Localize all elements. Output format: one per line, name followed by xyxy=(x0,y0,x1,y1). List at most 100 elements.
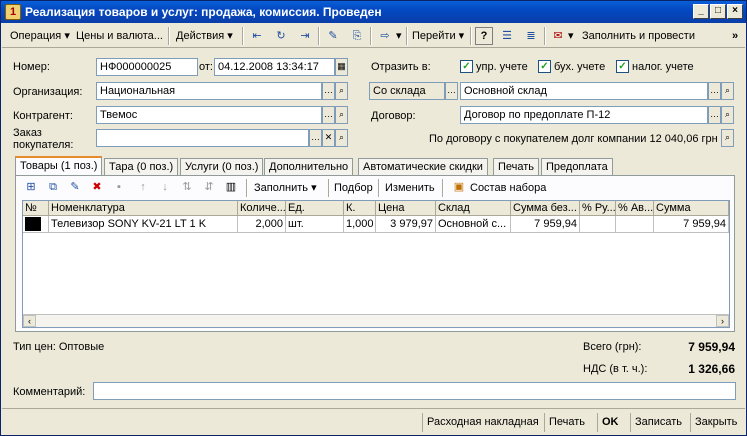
toolbar-overflow-icon[interactable]: » xyxy=(732,28,738,44)
date-field[interactable]: 04.12.2008 13:34:17 xyxy=(214,58,335,76)
warehouse-search-icon[interactable]: ⌕ xyxy=(721,82,734,100)
tab-containers[interactable]: Тара (0 поз.) xyxy=(104,158,179,175)
xml-dropdown-icon[interactable]: ▾ xyxy=(568,28,574,44)
debt-details-search-icon[interactable]: ⌕ xyxy=(721,129,734,147)
comment-field[interactable] xyxy=(93,382,736,400)
management-accounting-checkbox[interactable]: ✓ xyxy=(460,60,473,73)
column-header-number[interactable]: № xyxy=(23,201,49,216)
copy-row-icon[interactable]: ⧉ xyxy=(44,178,62,196)
help-icon[interactable]: ? xyxy=(475,27,493,45)
cell-price[interactable]: 3 979,97 xyxy=(376,216,436,233)
edit-row-icon[interactable]: ✎ xyxy=(66,178,84,196)
refresh-icon[interactable]: ↻ xyxy=(272,27,290,45)
settings-list-icon[interactable]: ≣ xyxy=(522,27,540,45)
close-button[interactable]: Закрыть xyxy=(690,413,741,432)
order-clear-icon[interactable]: ✕ xyxy=(322,129,335,147)
sort-descending-icon[interactable]: ⇵ xyxy=(200,178,218,196)
save-button[interactable]: Записать xyxy=(630,413,686,432)
horizontal-scrollbar[interactable]: ‹ › xyxy=(23,314,729,327)
cell-sum-without[interactable]: 7 959,94 xyxy=(511,216,580,233)
end-edit-icon[interactable]: ▪ xyxy=(110,178,128,196)
ok-button[interactable]: OK xyxy=(597,413,623,432)
contract-field[interactable]: Договор по предоплате П-12 xyxy=(460,106,708,124)
close-window-button[interactable]: × xyxy=(727,4,743,19)
contractor-field[interactable]: Твемос xyxy=(96,106,322,124)
scroll-right-icon[interactable]: › xyxy=(716,315,729,327)
tab-goods[interactable]: Товары (1 поз.) xyxy=(15,156,103,176)
order-select-button[interactable]: … xyxy=(309,129,322,147)
actions-menu[interactable]: Действия ▾ xyxy=(176,28,233,44)
xml-icon[interactable]: ✉ xyxy=(549,27,567,45)
cell-sum[interactable]: 7 959,94 xyxy=(654,216,729,233)
tab-additional[interactable]: Дополнительно xyxy=(264,158,354,175)
contract-select-button[interactable]: … xyxy=(708,106,721,124)
organization-field[interactable]: Национальная xyxy=(96,82,322,100)
organization-select-button[interactable]: … xyxy=(322,82,335,100)
print-button[interactable]: Печать xyxy=(544,413,589,432)
list-view-icon[interactable]: ☰ xyxy=(498,27,516,45)
goto-menu[interactable]: Перейти ▾ xyxy=(412,28,464,44)
column-header-manual-discount[interactable]: % Ру... xyxy=(580,201,616,216)
toolbar-separator xyxy=(406,27,408,45)
tab-auto-discounts[interactable]: Автоматические скидки xyxy=(358,158,488,175)
tab-print[interactable]: Печать xyxy=(493,158,540,175)
contract-search-icon[interactable]: ⌕ xyxy=(721,106,734,124)
book-accounting-checkbox[interactable]: ✓ xyxy=(538,60,551,73)
tax-accounting-checkbox[interactable]: ✓ xyxy=(616,60,629,73)
cell-warehouse[interactable]: Основной с... xyxy=(436,216,511,233)
barcode-icon[interactable]: ▥ xyxy=(222,178,240,196)
warehouse-field[interactable]: Основной склад xyxy=(460,82,708,100)
tab-prepayment[interactable]: Предоплата xyxy=(541,158,613,175)
create-based-on-dropdown-icon[interactable]: ▾ xyxy=(396,28,402,44)
column-header-warehouse[interactable]: Склад xyxy=(436,201,511,216)
structure-icon[interactable]: ⇥ xyxy=(296,27,314,45)
calendar-icon[interactable]: ▦ xyxy=(335,58,348,76)
organization-search-icon[interactable]: ⌕ xyxy=(335,82,348,100)
delete-row-icon[interactable]: ✖ xyxy=(88,178,106,196)
cell-manual-discount[interactable] xyxy=(580,216,616,233)
cell-item[interactable]: Телевизор SONY KV-21 LT 1 K xyxy=(49,216,238,233)
operation-menu[interactable]: Операция ▾ xyxy=(10,28,70,44)
warehouse-type-field[interactable]: Со склада xyxy=(369,82,445,100)
change-button[interactable]: Изменить xyxy=(385,180,435,196)
back-arrow-icon[interactable]: ⇤ xyxy=(248,27,266,45)
warehouse-select-button[interactable]: … xyxy=(708,82,721,100)
post-document-icon[interactable]: ✎ xyxy=(324,27,342,45)
column-header-auto-discount[interactable]: % Ав... xyxy=(616,201,654,216)
order-search-icon[interactable]: ⌕ xyxy=(335,129,348,147)
cell-auto-discount[interactable] xyxy=(616,216,654,233)
warehouse-type-select-button[interactable]: … xyxy=(445,82,458,100)
minimize-button[interactable]: _ xyxy=(693,4,709,19)
invoice-print-button[interactable]: Расходная накладная xyxy=(422,413,543,432)
tab-services[interactable]: Услуги (0 поз.) xyxy=(180,158,264,175)
column-header-price[interactable]: Цена xyxy=(376,201,436,216)
cell-quantity[interactable]: 2,000 xyxy=(238,216,286,233)
customer-order-field[interactable] xyxy=(96,129,309,147)
number-field[interactable]: НФ000000025 xyxy=(96,58,198,76)
title-bar[interactable]: 1 Реализация товаров и услуг: продажа, к… xyxy=(1,1,746,23)
maximize-button[interactable]: □ xyxy=(710,4,726,19)
column-header-sum[interactable]: Сумма xyxy=(654,201,729,216)
column-header-coefficient[interactable]: К. xyxy=(344,201,376,216)
prices-currency-button[interactable]: Цены и валюта... xyxy=(76,28,163,44)
scroll-left-icon[interactable]: ‹ xyxy=(23,315,36,327)
move-up-icon[interactable]: ↑ xyxy=(134,178,152,196)
goods-table[interactable]: № Номенклатура Количе... Ед. К. Цена Скл… xyxy=(22,200,730,328)
set-composition-button[interactable]: Состав набора xyxy=(470,180,546,196)
contractor-search-icon[interactable]: ⌕ xyxy=(335,106,348,124)
column-header-sum-without[interactable]: Сумма без... xyxy=(511,201,580,216)
move-down-icon[interactable]: ↓ xyxy=(156,178,174,196)
column-header-unit[interactable]: Ед. xyxy=(286,201,344,216)
column-header-item[interactable]: Номенклатура xyxy=(49,201,238,216)
fill-menu[interactable]: Заполнить ▾ xyxy=(254,180,317,196)
fill-and-post-button[interactable]: Заполнить и провести xyxy=(582,28,695,44)
add-row-icon[interactable]: ⊞ xyxy=(22,178,40,196)
sort-ascending-icon[interactable]: ⇅ xyxy=(178,178,196,196)
create-based-on-icon[interactable]: ⇨ xyxy=(376,27,394,45)
cell-unit[interactable]: шт. xyxy=(286,216,344,233)
unpost-document-icon[interactable]: ⎘ xyxy=(348,27,366,45)
cell-coefficient[interactable]: 1,000 xyxy=(344,216,376,233)
contractor-select-button[interactable]: … xyxy=(322,106,335,124)
column-header-quantity[interactable]: Количе... xyxy=(238,201,286,216)
selection-button[interactable]: Подбор xyxy=(334,180,373,196)
